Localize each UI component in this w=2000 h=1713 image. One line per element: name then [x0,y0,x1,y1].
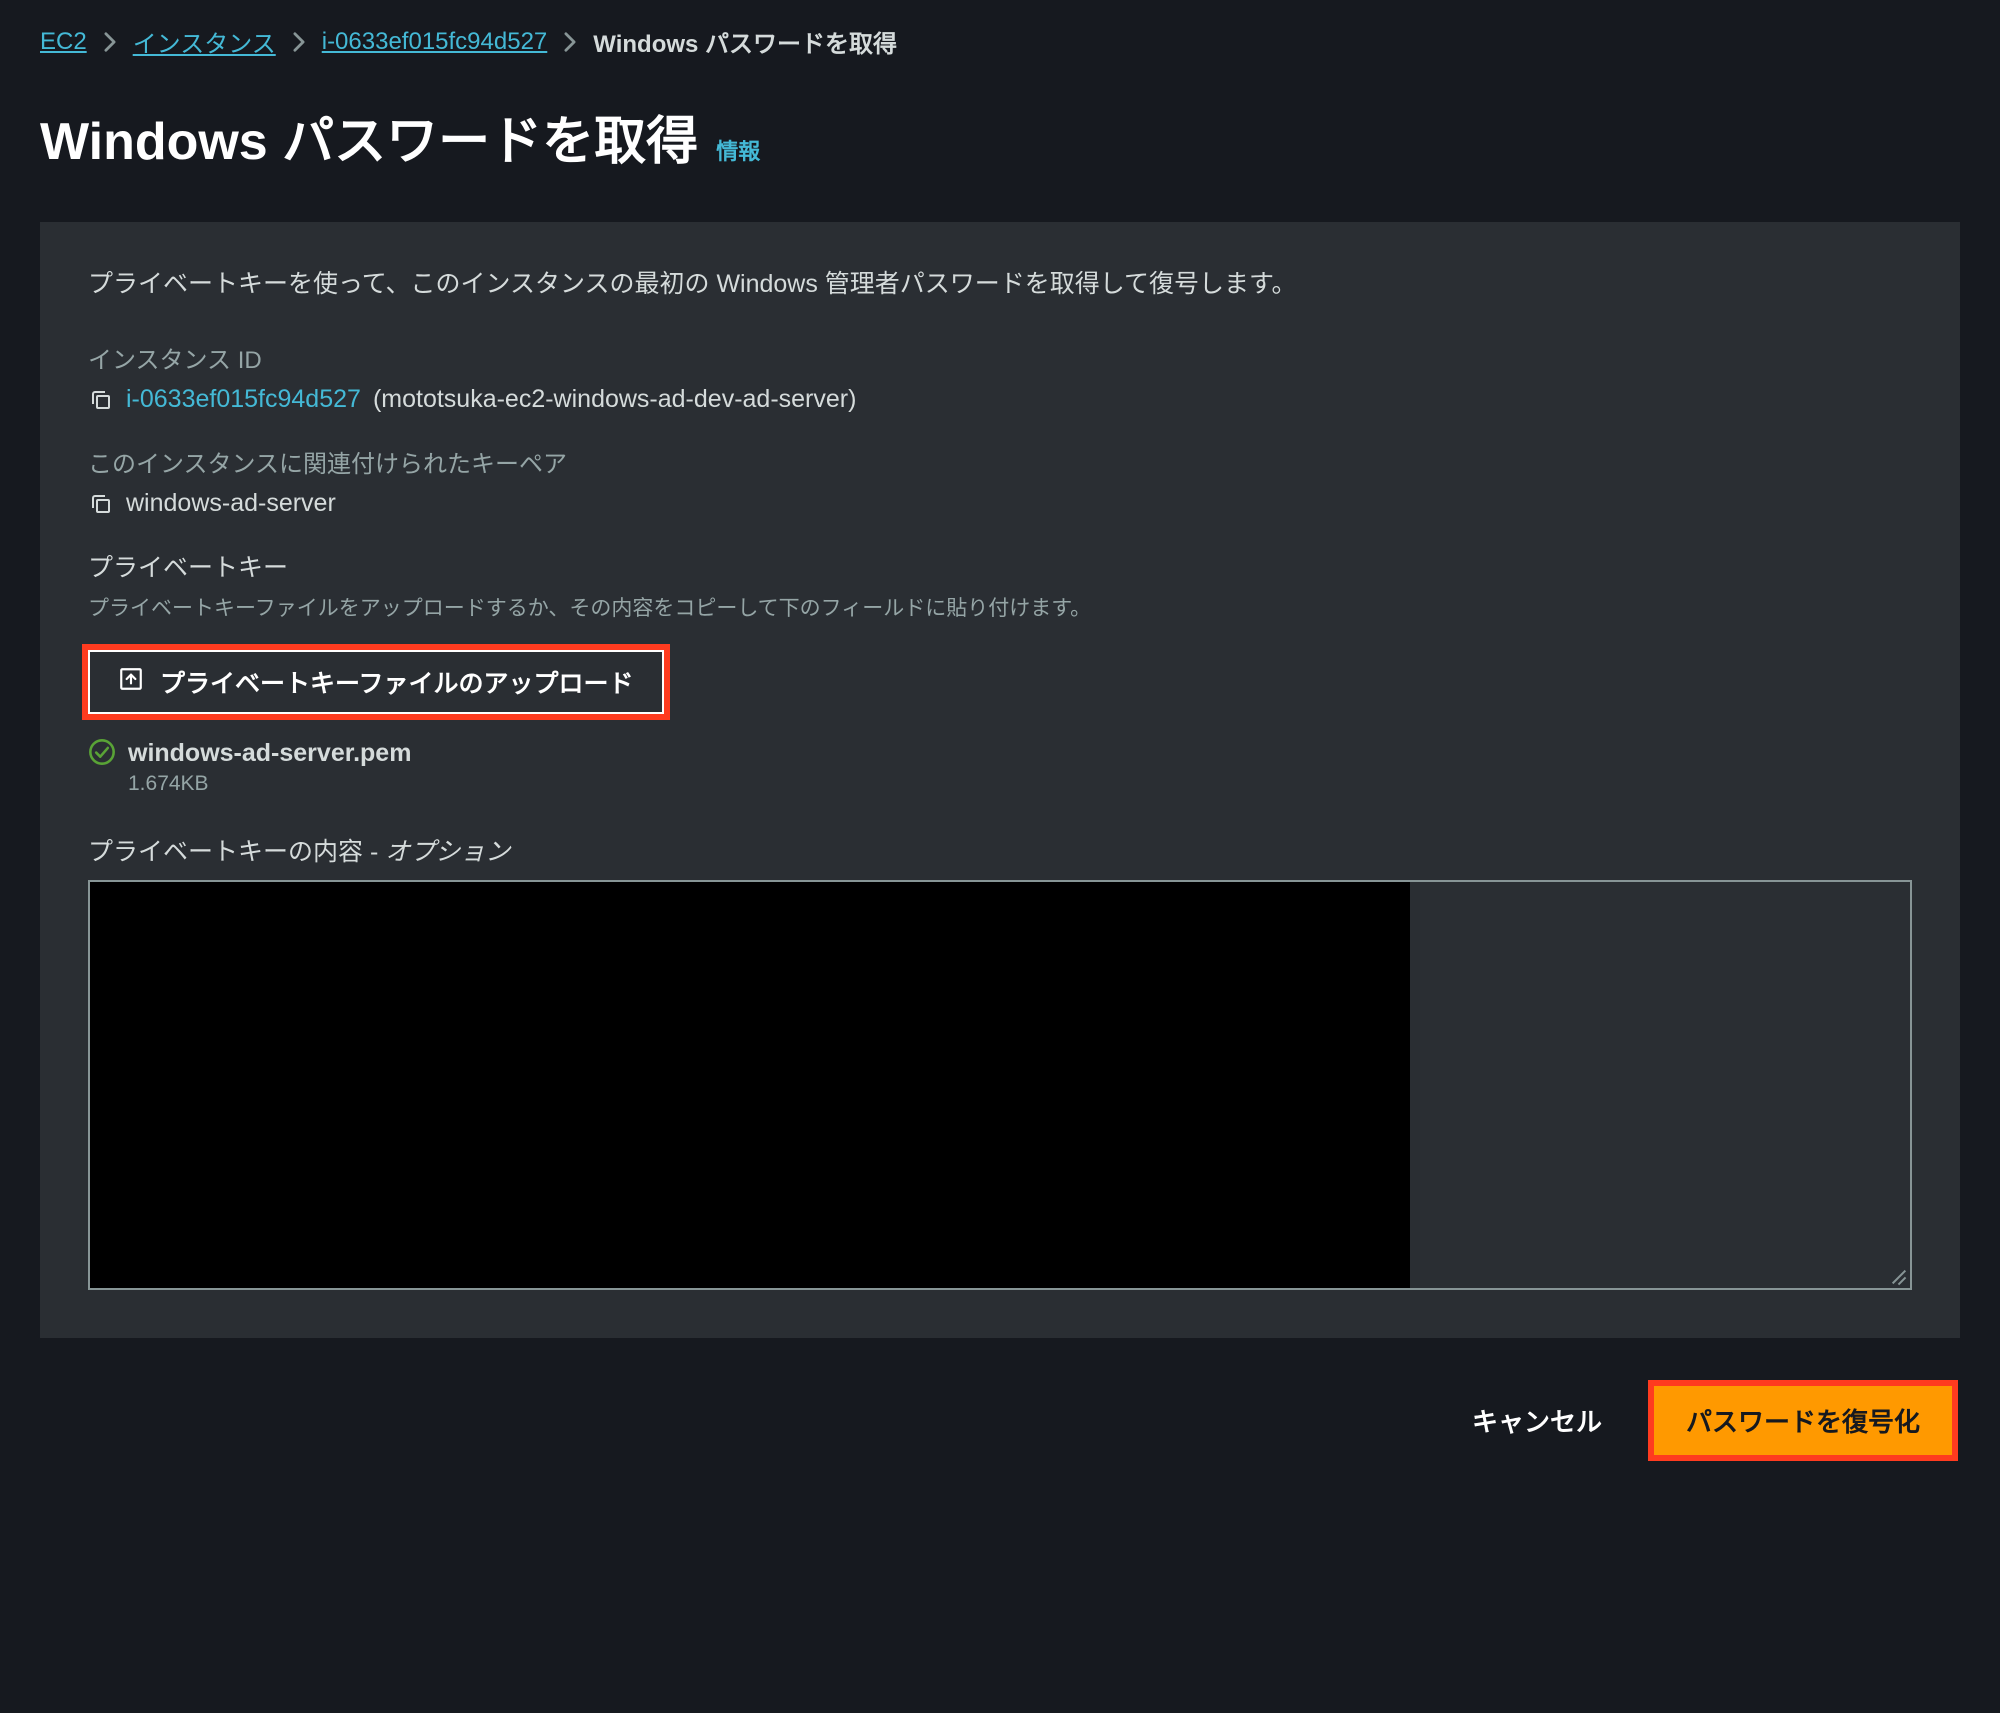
copy-icon[interactable] [88,491,114,517]
breadcrumb: EC2 インスタンス i-0633ef015fc94d527 Windows パ… [40,24,1960,59]
keypair-row: windows-ad-server [88,489,1912,518]
private-key-content-label: プライベートキーの内容 - オプション [88,832,1912,868]
upload-private-key-button[interactable]: プライベートキーファイルのアップロード [88,650,664,714]
resize-grip-icon[interactable] [1888,1266,1906,1284]
footer-actions: キャンセル パスワードを復号化 [40,1386,1960,1455]
success-check-icon [88,738,116,772]
breadcrumb-link-ec2[interactable]: EC2 [40,28,87,56]
uploaded-file-name: windows-ad-server.pem [128,738,411,768]
main-panel: プライベートキーを使って、このインスタンスの最初の Windows 管理者パスワ… [40,222,1960,1338]
instance-id-row: i-0633ef015fc94d527 (mototsuka-ec2-windo… [88,385,1912,414]
private-key-textarea[interactable] [90,882,1910,1288]
private-key-textarea-wrap [88,880,1912,1290]
page-title-row: Windows パスワードを取得 情報 [40,99,1960,174]
chevron-right-icon [292,31,306,53]
instance-name-paren: (mototsuka-ec2-windows-ad-dev-ad-server) [373,385,857,414]
info-link[interactable]: 情報 [716,134,760,166]
chevron-right-icon [563,31,577,53]
breadcrumb-link-instances[interactable]: インスタンス [133,24,276,59]
chevron-right-icon [103,31,117,53]
keypair-name: windows-ad-server [126,489,336,518]
private-key-title: プライベートキー [88,548,1912,584]
uploaded-file-size: 1.674KB [128,772,411,796]
page-title: Windows パスワードを取得 [40,99,698,174]
cancel-button[interactable]: キャンセル [1452,1388,1622,1453]
panel-intro-text: プライベートキーを使って、このインスタンスの最初の Windows 管理者パスワ… [88,264,1912,300]
private-key-help: プライベートキーファイルをアップロードするか、その内容をコピーして下のフィールド… [88,592,1912,622]
copy-icon[interactable] [88,387,114,413]
instance-id-label: インスタンス ID [88,340,1912,375]
upload-icon [118,666,144,699]
upload-button-label: プライベートキーファイルのアップロード [160,664,634,700]
keypair-label: このインスタンスに関連付けられたキーペア [88,444,1912,479]
instance-id-link[interactable]: i-0633ef015fc94d527 [126,385,361,414]
decrypt-password-button[interactable]: パスワードを復号化 [1654,1386,1952,1455]
breadcrumb-link-instance-id[interactable]: i-0633ef015fc94d527 [322,28,548,56]
breadcrumb-current: Windows パスワードを取得 [593,24,897,59]
uploaded-file-row: windows-ad-server.pem 1.674KB [88,738,1912,796]
